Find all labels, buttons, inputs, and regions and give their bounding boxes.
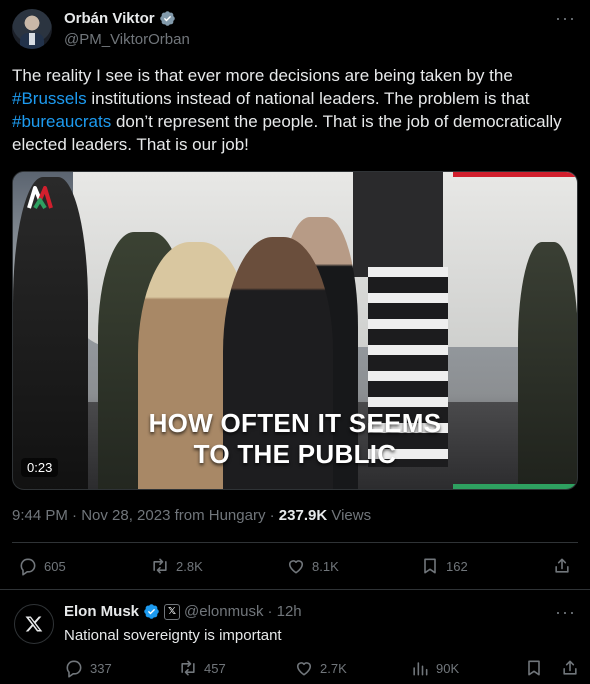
heart-icon: [288, 560, 304, 574]
verified-badge-icon: [159, 11, 175, 26]
views-count: 237.9K: [278, 507, 328, 524]
author-name[interactable]: Orbán Viktor: [64, 10, 155, 27]
views-label: Views: [327, 507, 372, 524]
divider: [12, 542, 578, 543]
reply-time[interactable]: · 12h: [267, 603, 301, 620]
author-name-row: Orbán Viktor: [64, 10, 176, 27]
more-options-button[interactable]: ···: [555, 8, 576, 29]
author-handle[interactable]: @PM_ViktorOrban: [64, 31, 190, 48]
reply-icon: [66, 660, 82, 678]
reply-share-button[interactable]: [560, 658, 580, 678]
reply-repost-button[interactable]: 457: [178, 658, 226, 678]
video-caption-line: TO THE PUBLIC: [193, 439, 397, 469]
hashtag-bureaucrats[interactable]: #bureaucrats: [12, 112, 111, 131]
share-button[interactable]: [552, 556, 572, 576]
channel-logo-icon: [27, 186, 53, 210]
heart-icon: [296, 662, 312, 676]
x-logo-icon: [25, 616, 43, 632]
video-red-stripe: [453, 172, 577, 177]
reply-like-count: 2.7K: [320, 660, 347, 676]
reply-author-name[interactable]: Elon Musk: [64, 603, 139, 620]
video-caption: HOW OFTEN IT SEEMS TO THE PUBLIC: [13, 408, 577, 470]
reply-views-button[interactable]: 90K: [410, 658, 459, 678]
tweet-text-part: institutions instead of national leaders…: [86, 89, 530, 108]
reply-button[interactable]: 605: [18, 556, 66, 576]
tweet-text: The reality I see is that ever more deci…: [12, 64, 578, 156]
reply-repost-count: 457: [204, 660, 226, 676]
reply-reply-button[interactable]: 337: [64, 658, 112, 678]
tweet-timestamp[interactable]: 9:44 PM · Nov 28, 2023 from Hungary ·: [12, 507, 279, 524]
bookmark-button[interactable]: 162: [420, 556, 468, 576]
author-avatar[interactable]: [12, 9, 52, 49]
affiliate-badge-icon: 𝕏: [164, 603, 181, 620]
video-green-stripe: [453, 484, 577, 489]
reply-author-avatar[interactable]: [14, 604, 54, 644]
verified-badge-icon: [144, 604, 159, 619]
video-airplane-door: [353, 172, 443, 277]
reply-more-options-button[interactable]: ···: [555, 602, 576, 623]
repost-button[interactable]: 2.8K: [150, 556, 203, 576]
reply-like-button[interactable]: 2.7K: [294, 658, 347, 678]
bookmark-count: 162: [446, 558, 468, 574]
repost-icon: [181, 660, 195, 676]
bookmark-icon: [424, 558, 436, 574]
repost-count: 2.8K: [176, 558, 203, 574]
video-duration: 0:23: [21, 458, 59, 477]
share-icon: [563, 660, 577, 675]
video-player[interactable]: HOW OFTEN IT SEEMS TO THE PUBLIC 0:23: [12, 171, 578, 490]
like-count: 8.1K: [312, 558, 339, 574]
reply-views-count: 90K: [436, 660, 460, 676]
reply-text: National sovereignty is important: [64, 627, 282, 644]
views-chart-icon: [413, 662, 428, 676]
divider: [0, 589, 590, 590]
reply-count: 605: [44, 558, 66, 574]
like-button[interactable]: 8.1K: [286, 556, 339, 576]
reply-bookmark-button[interactable]: [524, 658, 544, 678]
video-caption-line: HOW OFTEN IT SEEMS: [148, 408, 442, 438]
reply-icon: [20, 558, 36, 576]
reply-reply-count: 337: [90, 660, 112, 676]
share-icon: [555, 558, 569, 573]
tweet-meta: 9:44 PM · Nov 28, 2023 from Hungary · 23…: [12, 507, 371, 524]
hashtag-brussels[interactable]: #Brussels: [12, 89, 87, 108]
reply-author-handle[interactable]: @elonmusk: [184, 603, 263, 620]
bookmark-icon: [528, 660, 540, 676]
repost-icon: [153, 558, 167, 574]
tweet-text-part: The reality I see is that ever more deci…: [12, 66, 513, 85]
reply-header: Elon Musk 𝕏 @elonmusk · 12h: [64, 603, 302, 620]
